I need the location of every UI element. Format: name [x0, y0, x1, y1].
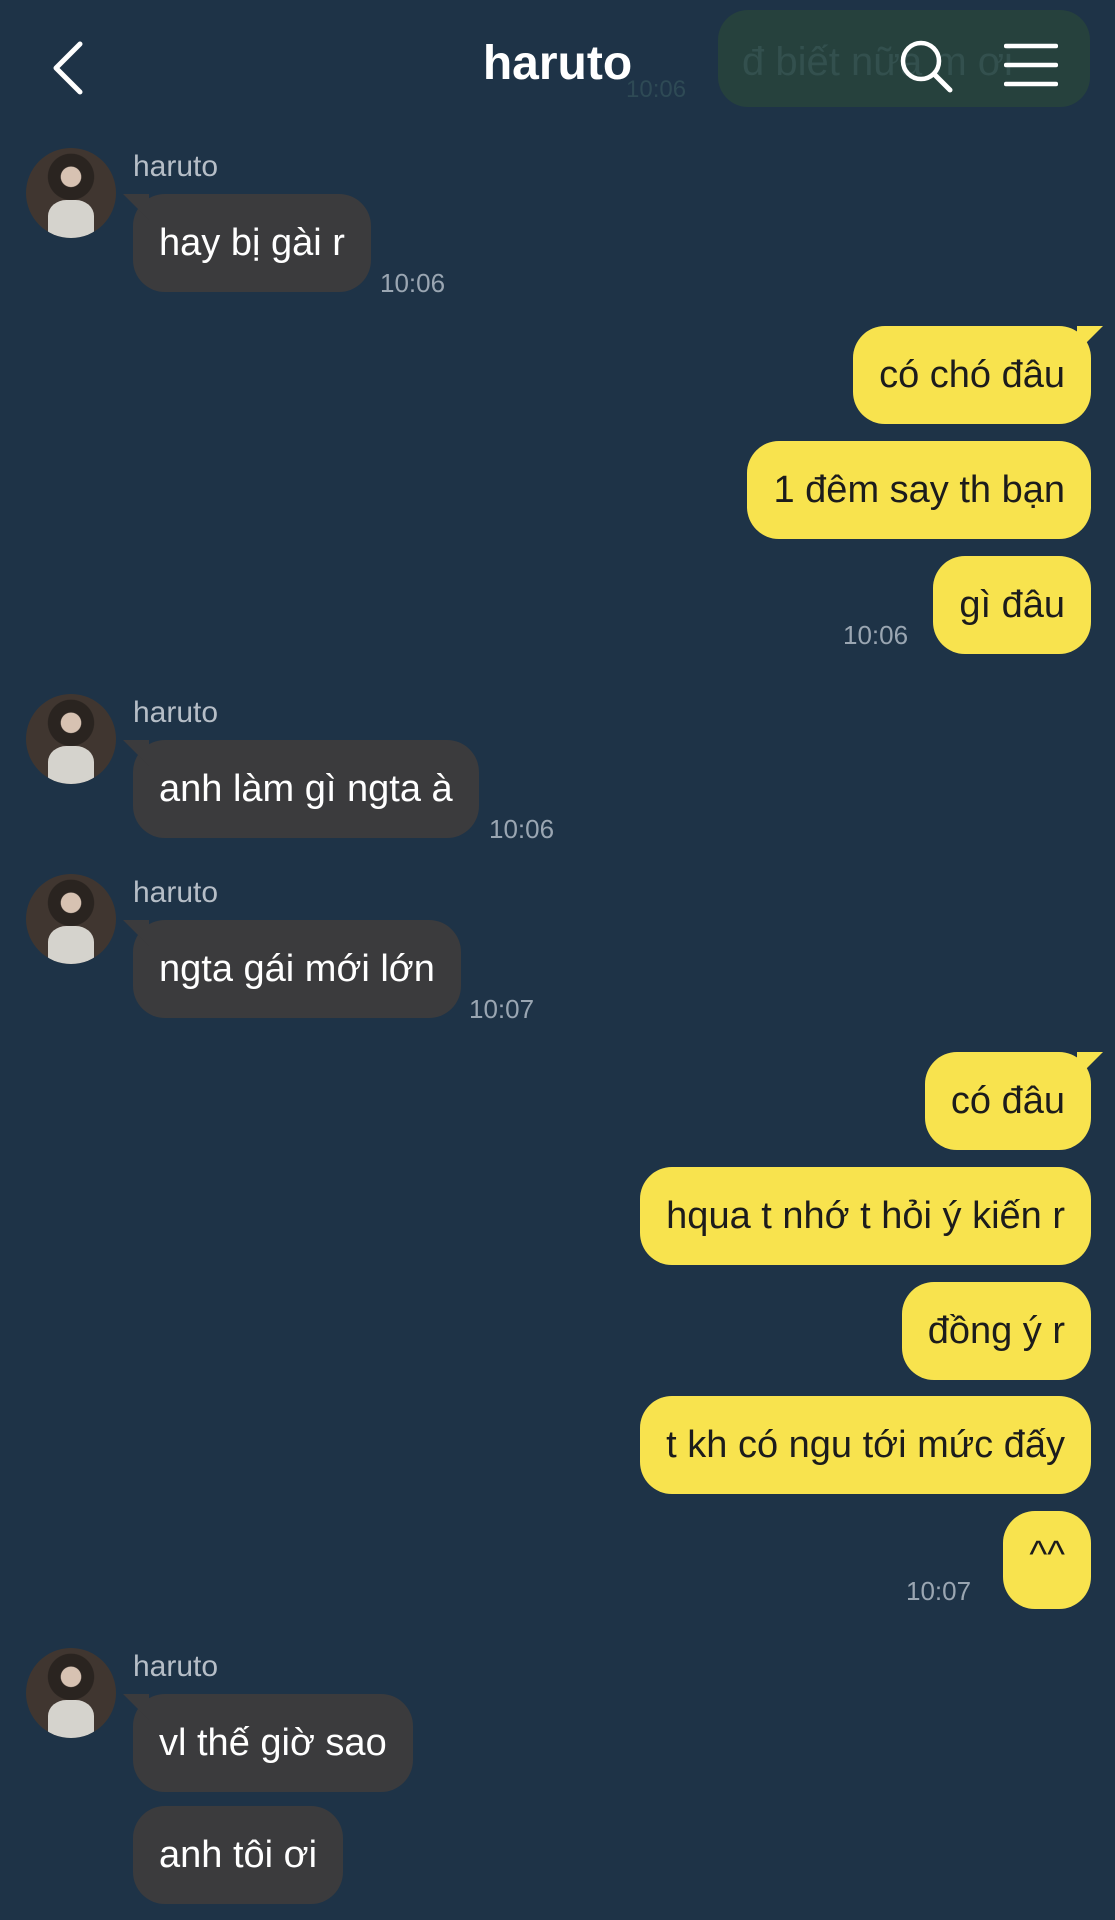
outgoing-message-bubble[interactable]: có chó đâu [853, 326, 1091, 424]
avatar[interactable] [26, 148, 116, 238]
outgoing-message-bubble[interactable]: gì đâu [933, 556, 1091, 654]
sender-name: haruto [133, 150, 219, 183]
sender-name: haruto [133, 876, 219, 909]
message-time: 10:06 [489, 814, 555, 844]
avatar[interactable] [26, 874, 116, 964]
incoming-message-bubble[interactable]: anh làm gì ngta à [133, 740, 479, 838]
outgoing-message-bubble[interactable]: có đâu [924, 1052, 1091, 1150]
incoming-message-bubble[interactable]: hay bị gài r [133, 194, 371, 292]
hamburger-menu-icon [1003, 43, 1059, 87]
chat-header: haruto [0, 0, 1115, 130]
search-icon [900, 40, 953, 93]
outgoing-message-bubble[interactable]: đồng ý r [901, 1282, 1091, 1380]
outgoing-message-bubble[interactable]: 1 đêm say th bạn [747, 441, 1091, 539]
avatar[interactable] [26, 1648, 116, 1738]
message-time: 10:07 [906, 1576, 972, 1606]
avatar[interactable] [26, 694, 116, 784]
sender-name: haruto [133, 696, 219, 729]
outgoing-message-bubble[interactable]: t kh có ngu tới mức đấy [640, 1396, 1091, 1494]
search-button[interactable] [896, 36, 956, 96]
message-time: 10:06 [843, 620, 909, 650]
outgoing-message-bubble[interactable]: ^^ [1003, 1511, 1091, 1609]
incoming-message-bubble[interactable]: vl thế giờ sao [133, 1694, 413, 1792]
outgoing-message-bubble[interactable]: hqua t nhớ t hỏi ý kiến r [640, 1167, 1091, 1265]
message-time: 10:06 [380, 268, 446, 298]
message-time: 10:07 [469, 994, 535, 1024]
sender-name: haruto [133, 1650, 219, 1683]
incoming-message-bubble[interactable]: ngta gái mới lớn [133, 920, 461, 1018]
incoming-message-bubble[interactable]: anh tôi ơi [133, 1806, 344, 1904]
menu-button[interactable] [1003, 42, 1059, 88]
